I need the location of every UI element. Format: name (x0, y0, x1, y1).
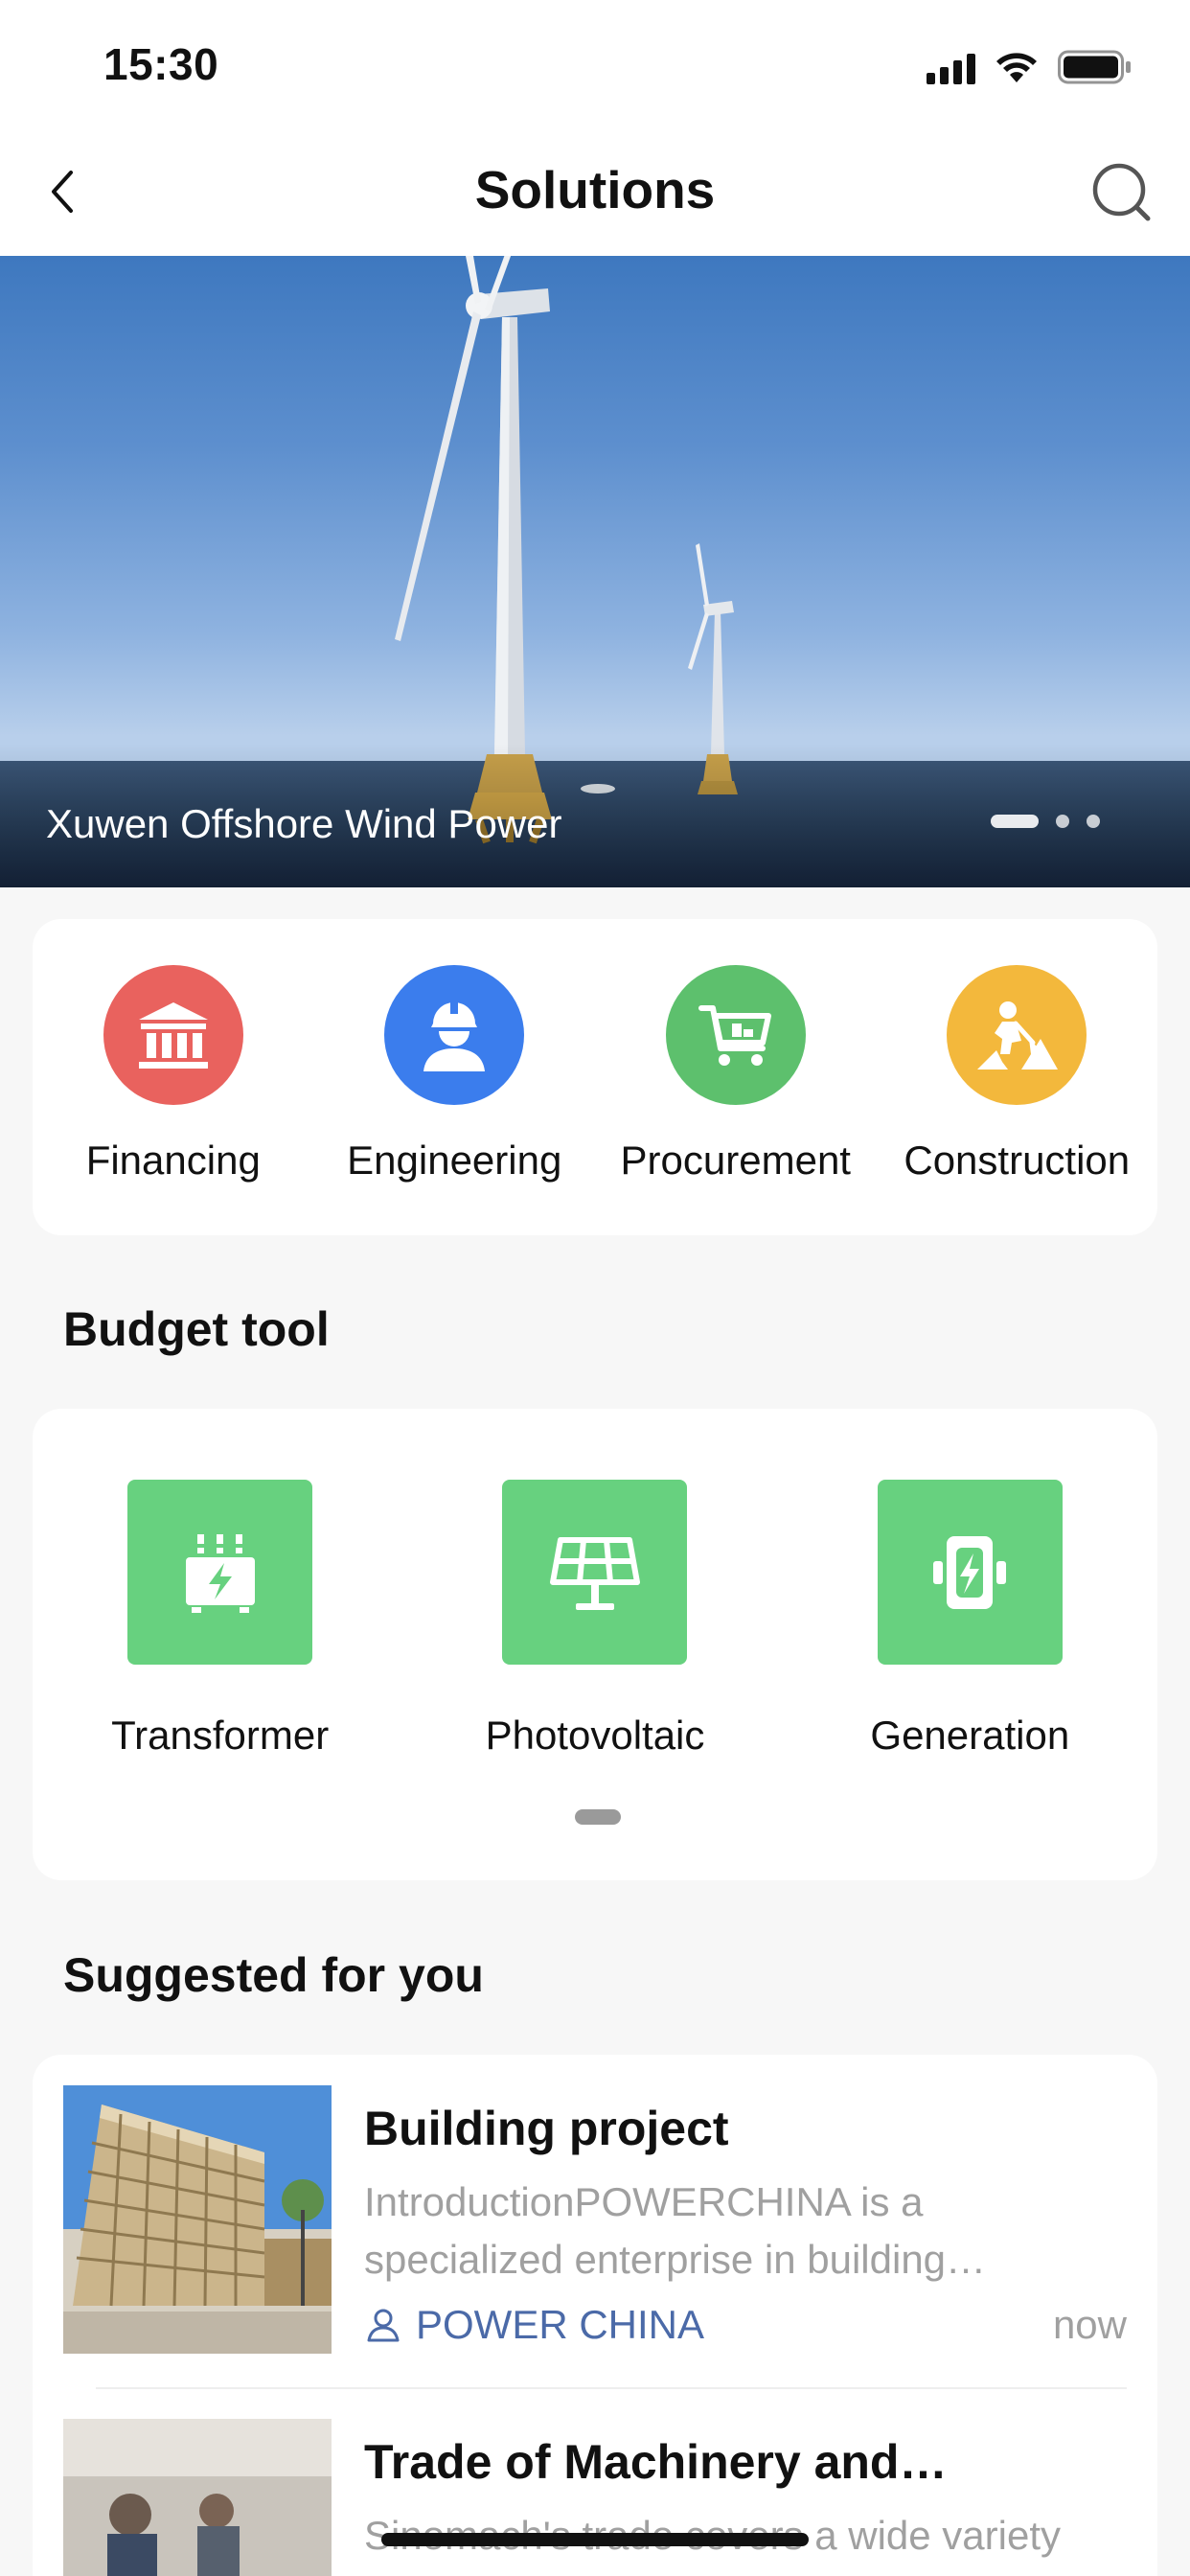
item-source[interactable]: POWER CHINA (364, 2302, 704, 2348)
page-indicator (575, 1809, 621, 1825)
item-description: IntroductionPOWERCHINA is a specialized … (364, 2174, 1131, 2288)
suggested-heading: Suggested for you (63, 1948, 484, 2002)
hero-banner[interactable]: Xuwen Offshore Wind Power (0, 256, 1190, 887)
service-construction[interactable]: Construction (877, 919, 1158, 1235)
wifi-icon (996, 53, 1037, 82)
tool-photovoltaic[interactable]: Photovoltaic (407, 1480, 782, 1759)
item-description-line: specialized enterprise in building… (364, 2237, 987, 2282)
construction-worker-icon (947, 965, 1087, 1105)
service-label: Procurement (620, 1138, 851, 1183)
shopping-cart-icon (665, 965, 806, 1105)
hero-caption: Xuwen Offshore Wind Power (46, 801, 562, 846)
user-icon (367, 2309, 400, 2342)
engineer-icon (384, 965, 525, 1105)
solutions-screen: 15:30 Solutions Xuwen Offshore Wind Powe… (0, 0, 1190, 2576)
service-label: Construction (904, 1138, 1131, 1183)
budget-tool-heading: Budget tool (63, 1302, 330, 1356)
tool-transformer[interactable]: Transformer (33, 1480, 407, 1759)
transformer-icon (127, 1480, 313, 1665)
machinery-thumbnail (63, 2419, 332, 2576)
tool-label: Generation (870, 1713, 1070, 1758)
status-time: 15:30 (103, 39, 219, 89)
service-engineering[interactable]: Engineering (314, 919, 596, 1235)
building-thumbnail (63, 2085, 332, 2354)
home-indicator[interactable] (381, 2533, 809, 2546)
item-description-line: IntroductionPOWERCHINA is a (364, 2179, 924, 2224)
item-source-label: POWER CHINA (416, 2302, 705, 2347)
tool-generation[interactable]: Generation (783, 1480, 1157, 1759)
bank-icon (103, 965, 243, 1105)
search-button[interactable] (1088, 159, 1156, 226)
page-title: Solutions (474, 160, 716, 219)
item-title: Trade of Machinery and… (364, 2435, 948, 2489)
status-bar: 15:30 (0, 0, 1190, 126)
tool-label: Transformer (111, 1713, 330, 1758)
battery-icon (1058, 50, 1131, 84)
list-item[interactable]: Trade of Machinery and… Sinomach's trade… (63, 2388, 1127, 2576)
list-item[interactable]: Building project IntroductionPOWERCHINA … (63, 2055, 1127, 2389)
status-icons (927, 46, 1133, 84)
search-icon (1092, 163, 1151, 221)
navigation-bar: Solutions (0, 126, 1190, 256)
service-financing[interactable]: Financing (33, 919, 314, 1235)
suggested-list: Building project IntroductionPOWERCHINA … (33, 2055, 1157, 2576)
budget-tool-card: Transformer Photovoltaic Generation (33, 1409, 1157, 1880)
cellular-signal-icon (927, 52, 975, 84)
item-title: Building project (364, 2102, 729, 2155)
service-procurement[interactable]: Procurement (595, 919, 877, 1235)
generator-icon (877, 1480, 1063, 1665)
carousel-dot-active (991, 815, 1039, 828)
service-label: Engineering (347, 1138, 562, 1183)
services-card: Financing Engineering Procurement Constr… (33, 919, 1157, 1235)
item-timestamp: now (1052, 2302, 1127, 2347)
service-label: Financing (85, 1138, 261, 1183)
carousel-dot (1087, 815, 1100, 828)
carousel-indicator (991, 815, 1100, 828)
carousel-dot (1056, 815, 1069, 828)
solar-panel-icon (502, 1480, 688, 1665)
tool-label: Photovoltaic (485, 1713, 705, 1758)
